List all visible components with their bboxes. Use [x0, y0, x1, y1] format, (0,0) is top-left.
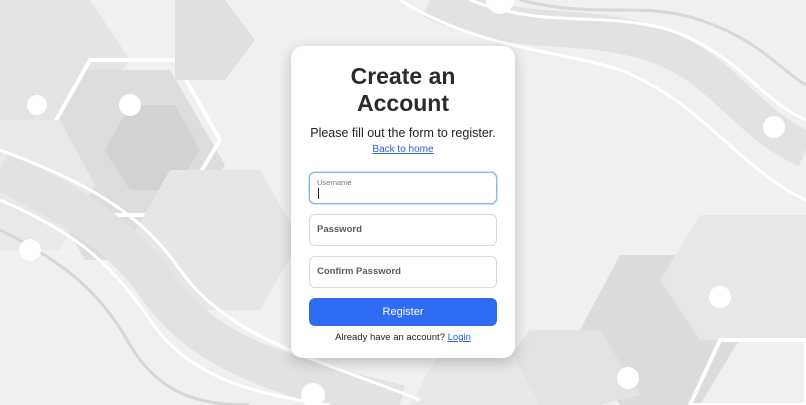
password-field[interactable]: Password	[309, 214, 497, 246]
confirm-password-placeholder: Confirm Password	[317, 266, 401, 277]
login-link[interactable]: Login	[448, 332, 471, 343]
login-prompt-line: Already have an account? Login	[309, 332, 497, 343]
page-title: Create an Account	[350, 63, 456, 116]
register-button[interactable]: Register	[309, 298, 497, 326]
username-label: Username	[317, 178, 352, 187]
confirm-password-field[interactable]: Confirm Password	[309, 256, 497, 288]
register-card: Create an Account Please fill out the fo…	[291, 46, 515, 358]
login-prompt-text: Already have an account?	[335, 332, 445, 343]
password-placeholder: Password	[317, 224, 362, 235]
text-cursor	[318, 188, 319, 199]
back-to-home-link[interactable]: Back to home	[309, 143, 497, 156]
username-field[interactable]: Username	[309, 172, 497, 204]
form-subtitle: Please fill out the form to register.	[310, 126, 496, 140]
